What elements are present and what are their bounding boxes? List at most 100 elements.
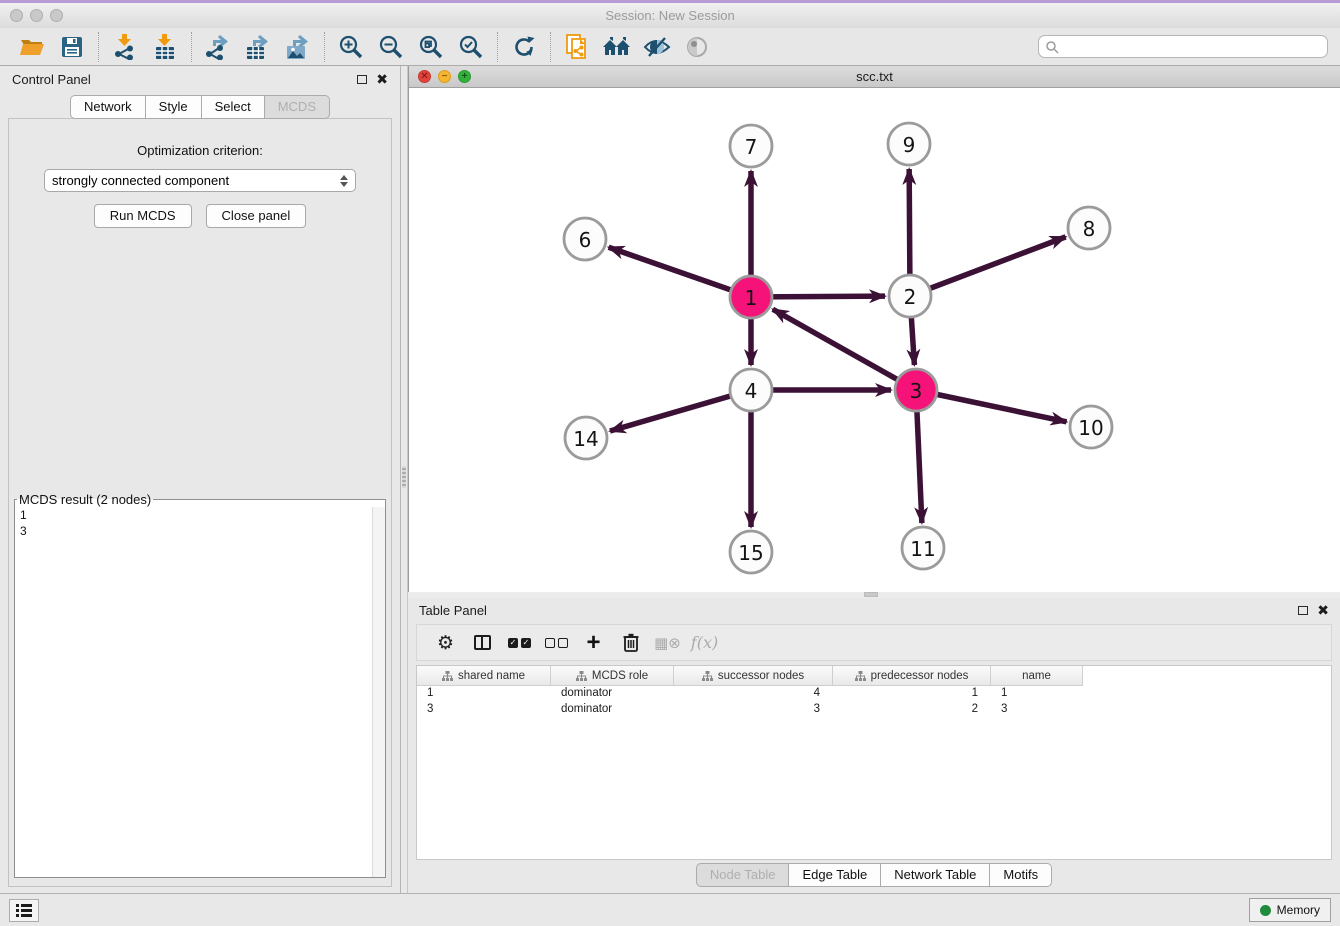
tab-node-table[interactable]: Node Table [696, 863, 790, 887]
cell-name[interactable]: 1 [991, 686, 1083, 702]
cell-successor-nodes[interactable]: 3 [674, 702, 833, 718]
column-header-predecessor-nodes[interactable]: predecessor nodes [833, 666, 991, 686]
status-bar: Memory [0, 893, 1340, 926]
cell-shared-name[interactable]: 1 [417, 686, 551, 702]
cell-shared-name[interactable]: 3 [417, 702, 551, 718]
open-folder-icon [19, 35, 45, 59]
mcds-pane: Optimization criterion: strongly connect… [8, 118, 392, 887]
trash-icon [623, 633, 639, 652]
run-mcds-button[interactable]: Run MCDS [94, 204, 192, 228]
eye-slash-button[interactable] [637, 31, 677, 63]
mcds-result-value: 1 [15, 507, 385, 523]
zoom-in-button[interactable] [331, 31, 371, 63]
cell-predecessor-nodes[interactable]: 1 [833, 686, 991, 702]
tree-icon [576, 671, 587, 681]
graph-node-label-14: 14 [573, 427, 598, 451]
graph-node-label-11: 11 [910, 537, 935, 561]
add-column-button[interactable]: + [575, 628, 612, 658]
graph-edge-3-1[interactable] [773, 309, 916, 390]
unchecked-boxes-icon [545, 638, 568, 648]
toolbar-separator [98, 32, 99, 62]
open-session-button[interactable] [12, 31, 52, 63]
eye-disabled-icon [684, 36, 710, 58]
search-input[interactable] [1059, 40, 1321, 54]
mcds-result-value: 3 [15, 523, 385, 539]
graph-edge-2-8[interactable] [910, 237, 1066, 296]
zoom-fit-button[interactable] [411, 31, 451, 63]
float-panel-icon[interactable] [357, 75, 367, 84]
zoom-out-button[interactable] [371, 31, 411, 63]
cell-mcds-role[interactable]: dominator [551, 702, 674, 718]
close-panel-icon[interactable]: ✖ [1317, 605, 1329, 615]
refresh-button[interactable] [504, 31, 544, 63]
refresh-icon [512, 35, 536, 59]
memory-button[interactable]: Memory [1249, 898, 1331, 922]
export-table-button[interactable] [238, 31, 278, 63]
homes-button[interactable] [597, 31, 637, 63]
column-header-shared-name[interactable]: shared name [417, 666, 551, 686]
cell-predecessor-nodes[interactable]: 2 [833, 702, 991, 718]
graph-edge-3-10[interactable] [916, 390, 1067, 422]
export-network-button[interactable] [198, 31, 238, 63]
column-header-name[interactable]: name [991, 666, 1083, 686]
column-header-mcds-role[interactable]: MCDS role [551, 666, 674, 686]
zoom-selected-button[interactable] [451, 31, 491, 63]
task-history-button[interactable] [9, 899, 39, 922]
table-header-row: shared name MCDS role successor nodes pr… [417, 666, 1331, 686]
export-network-icon [204, 34, 232, 60]
mcds-result-legend: MCDS result (2 nodes) [17, 492, 153, 507]
tab-select[interactable]: Select [202, 95, 265, 119]
float-panel-icon[interactable] [1298, 606, 1308, 615]
network-canvas[interactable]: 1234678910111415 [409, 88, 1340, 592]
horizontal-splitter[interactable] [408, 592, 1340, 598]
network-graph[interactable]: 1234678910111415 [409, 88, 1339, 592]
toolbar-separator [324, 32, 325, 62]
table-panel-title: Table Panel [419, 603, 487, 618]
deselect-all-columns-button[interactable] [538, 628, 575, 658]
import-table-button[interactable] [145, 31, 185, 63]
tab-motifs[interactable]: Motifs [990, 863, 1052, 887]
optimization-criterion-select[interactable]: strongly connected component [44, 169, 356, 192]
graph-node-label-15: 15 [738, 541, 763, 565]
show-columns-button[interactable] [464, 628, 501, 658]
cell-mcds-role[interactable]: dominator [551, 686, 674, 702]
tab-mcds[interactable]: MCDS [265, 95, 330, 119]
mcds-result-box[interactable]: 1 3 [15, 507, 385, 877]
close-panel-button[interactable]: Close panel [206, 204, 307, 228]
table-row[interactable]: 3 dominator 3 2 3 [417, 702, 1331, 718]
column-header-successor-nodes[interactable]: successor nodes [674, 666, 833, 686]
table-panel: Table Panel ✖ ⚙ ✓✓ + ▦⊗ f(x) [408, 598, 1340, 893]
tab-network[interactable]: Network [70, 95, 146, 119]
tab-network-table[interactable]: Network Table [881, 863, 990, 887]
control-panel-title: Control Panel [12, 72, 91, 87]
graph-node-label-9: 9 [903, 133, 916, 157]
function-builder-button-disabled: f(x) [686, 628, 723, 658]
import-network-icon [112, 34, 138, 60]
cell-successor-nodes[interactable]: 4 [674, 686, 833, 702]
cell-name[interactable]: 3 [991, 702, 1083, 718]
vertical-splitter[interactable] [400, 66, 408, 893]
close-panel-icon[interactable]: ✖ [376, 74, 388, 84]
export-image-button[interactable] [278, 31, 318, 63]
tab-style[interactable]: Style [146, 95, 202, 119]
search-box[interactable] [1038, 35, 1328, 58]
splitter-grip[interactable] [402, 466, 406, 488]
import-network-button[interactable] [105, 31, 145, 63]
graph-edge-1-6[interactable] [609, 247, 751, 297]
graph-node-label-10: 10 [1078, 416, 1103, 440]
network-window: ✕ − + scc.txt 1234678910111415 [408, 66, 1340, 592]
memory-label: Memory [1277, 903, 1320, 917]
optimization-criterion-label: Optimization criterion: [9, 143, 391, 158]
duplicate-network-button[interactable] [557, 31, 597, 63]
select-all-columns-button[interactable]: ✓✓ [501, 628, 538, 658]
eye-disabled-button [677, 31, 717, 63]
table-row[interactable]: 1 dominator 4 1 1 [417, 686, 1331, 702]
splitter-grip[interactable] [864, 592, 878, 597]
network-window-titlebar: ✕ − + scc.txt [409, 66, 1340, 88]
delete-column-button[interactable] [612, 628, 649, 658]
table-settings-button[interactable]: ⚙ [427, 628, 464, 658]
save-session-button[interactable] [52, 31, 92, 63]
result-scrollbar[interactable] [372, 507, 385, 877]
tab-edge-table[interactable]: Edge Table [789, 863, 881, 887]
columns-icon [474, 635, 491, 650]
